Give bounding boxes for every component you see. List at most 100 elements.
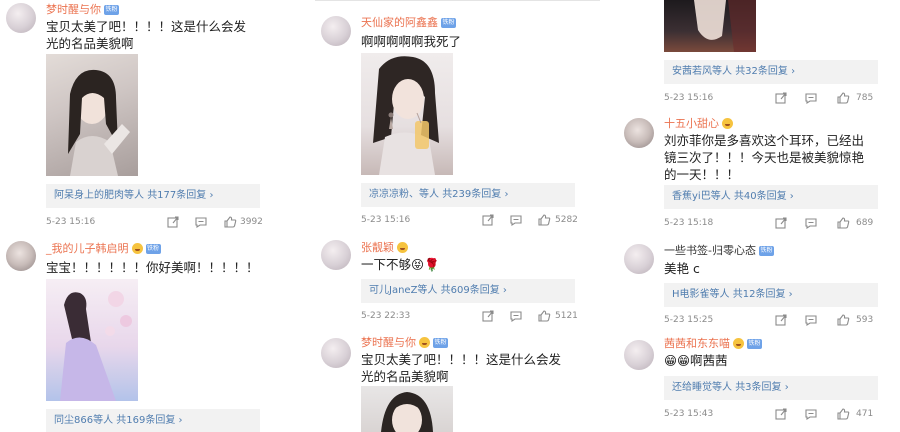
replies-count: 共3条回复 › [735,382,789,393]
avatar[interactable] [624,340,654,370]
fan-badge: 铁粉 [433,337,448,348]
fan-badge: 铁粉 [441,17,456,28]
like-count: 689 [856,218,874,228]
replies-users: 同尘866等人 [54,415,114,426]
like-icon[interactable] [836,313,850,327]
fan-badge: 铁粉 [104,4,119,15]
emoji-badge-icon [397,242,408,253]
replies-users: 凉凉凉粉、等人 [369,189,439,200]
share-icon[interactable] [774,216,788,230]
comment-column-1: 梦时醒与你 铁粉 宝贝太美了吧！！！！这是什么会发光的名品美貌啊 阿呆身上的肥肉… [0,0,300,432]
username[interactable]: 茜茜和东东喵 [664,337,730,350]
comment-text: 宝贝太美了吧！！！！这是什么会发光的名品美貌啊 [361,352,562,384]
replies-bar[interactable]: 可儿JaneZ等人 共609条回复 › [361,279,575,303]
comment-photo[interactable] [664,0,756,52]
replies-count: 共12条回复 › [732,289,793,300]
username[interactable]: 梦时醒与你 [361,336,416,349]
replies-count: 共169条回复 › [116,415,183,426]
like-icon[interactable] [537,309,551,323]
comment-meta: 5-23 15:16 5282 [361,212,600,228]
comment-photo[interactable] [46,279,138,401]
comment-icon[interactable] [804,313,818,327]
like-icon[interactable] [223,215,237,229]
share-icon[interactable] [774,313,788,327]
replies-bar[interactable]: 安茜若风等人 共32条回复 › [664,60,878,84]
comment-photo[interactable] [361,53,453,175]
username[interactable]: 梦时醒与你 [46,3,101,16]
like-count: 471 [856,409,874,419]
comment-item: 茜茜和东东喵 铁粉 😁😁啊茜茜 还给睡觉等人 共3条回复 › 5-23 15:4… [618,334,900,432]
comment-meta: 5-23 15:16 3992 [46,214,296,230]
comment-meta: 5-23 22:33 5121 [361,308,600,324]
comment-item: 一些书签-归零心态 铁粉 美艳 c H电影雀等人 共12条回复 › 5-23 1… [618,240,900,328]
comment-item: 梦时醒与你 铁粉 宝贝太美了吧！！！！这是什么会发光的名品美貌啊 [315,334,600,432]
username[interactable]: 张靓颖 [361,241,394,254]
avatar[interactable] [6,3,36,33]
comment-meta: 5-23 15:25 593 [664,312,894,328]
avatar[interactable] [321,16,351,46]
replies-users: H电影雀等人 [672,289,730,300]
like-icon[interactable] [836,91,850,105]
emoji-badge-icon [722,118,733,129]
comment-time: 5-23 15:16 [46,217,96,227]
comment-icon[interactable] [804,91,818,105]
comment-time: 5-23 15:16 [361,215,411,225]
comment-item: 张靓颖 一下不够😝🌹 可儿JaneZ等人 共609条回复 › 5-23 22:3… [315,236,600,330]
comment-text: 美艳 c [664,261,700,276]
replies-users: 可儿JaneZ等人 [369,285,438,296]
replies-users: 还给睡觉等人 [672,382,732,393]
username[interactable]: 天仙家的阿鑫鑫 [361,16,438,29]
avatar[interactable] [321,338,351,368]
replies-users: 香蕉yi巴等人 [672,191,731,202]
avatar[interactable] [624,244,654,274]
like-count: 3992 [240,217,263,227]
share-icon[interactable] [481,309,495,323]
comment-text: 宝宝！！！！！！你好美啊！！！！！ [46,260,259,275]
emoji-badge-icon [733,338,744,349]
comment-item: 梦时醒与你 铁粉 宝贝太美了吧！！！！这是什么会发光的名品美貌啊 阿呆身上的肥肉… [0,0,300,236]
replies-bar[interactable]: H电影雀等人 共12条回复 › [664,283,878,307]
replies-bar[interactable]: 阿呆身上的肥肉等人 共177条回复 › [46,184,260,208]
username[interactable]: _我的儿子韩启明 [46,242,129,255]
replies-bar[interactable]: 凉凉凉粉、等人 共239条回复 › [361,183,575,207]
replies-users: 阿呆身上的肥肉等人 [54,190,144,201]
like-icon[interactable] [836,407,850,421]
replies-bar[interactable]: 还给睡觉等人 共3条回复 › [664,376,878,400]
replies-bar[interactable]: 同尘866等人 共169条回复 › [46,409,260,432]
like-count: 5121 [555,311,578,321]
share-icon[interactable] [166,215,180,229]
emoji-badge-icon [419,337,430,348]
avatar[interactable] [624,118,654,148]
comment-photo[interactable] [361,386,453,432]
like-count: 593 [856,315,874,325]
comment-text: 宝贝太美了吧！！！！这是什么会发光的名品美貌啊 [46,19,247,51]
share-icon[interactable] [774,91,788,105]
fan-badge: 铁粉 [758,245,774,256]
like-count: 785 [856,93,874,103]
comment-meta: 5-23 15:18 689 [664,215,894,231]
share-icon[interactable] [774,407,788,421]
like-icon[interactable] [836,216,850,230]
comment-icon[interactable] [509,309,523,323]
replies-bar[interactable]: 香蕉yi巴等人 共40条回复 › [664,185,878,209]
username[interactable]: 十五小甜心 [664,117,719,130]
comment-icon[interactable] [509,213,523,227]
comment-text: 啊啊啊啊啊我死了 [361,34,462,49]
avatar[interactable] [321,240,351,270]
share-icon[interactable] [481,213,495,227]
comment-item: 天仙家的阿鑫鑫 铁粉 啊啊啊啊啊我死了 凉凉凉粉、等人 共239条回复 › 5-… [315,0,600,232]
comment-icon[interactable] [804,216,818,230]
comment-text: 刘亦菲你是多喜欢这个耳环，已经出镜三次了！！！今天也是被美貌惊艳的一天！！！ [664,133,865,182]
replies-count: 共40条回复 › [733,191,794,202]
like-icon[interactable] [537,213,551,227]
comment-item: _我的儿子韩启明 铁粉 宝宝！！！！！！你好美啊！！！！！ 同尘866等人 共1… [0,238,300,432]
comment-photo[interactable] [46,54,138,176]
comment-column-2: 天仙家的阿鑫鑫 铁粉 啊啊啊啊啊我死了 凉凉凉粉、等人 共239条回复 › 5-… [315,0,600,432]
fan-badge: 铁粉 [747,338,762,349]
comment-time: 5-23 15:25 [664,315,714,325]
comment-icon[interactable] [194,215,208,229]
avatar[interactable] [6,241,36,271]
replies-users: 安茜若风等人 [672,66,732,77]
comment-icon[interactable] [804,407,818,421]
username[interactable]: 一些书签-归零心态 [664,244,756,257]
